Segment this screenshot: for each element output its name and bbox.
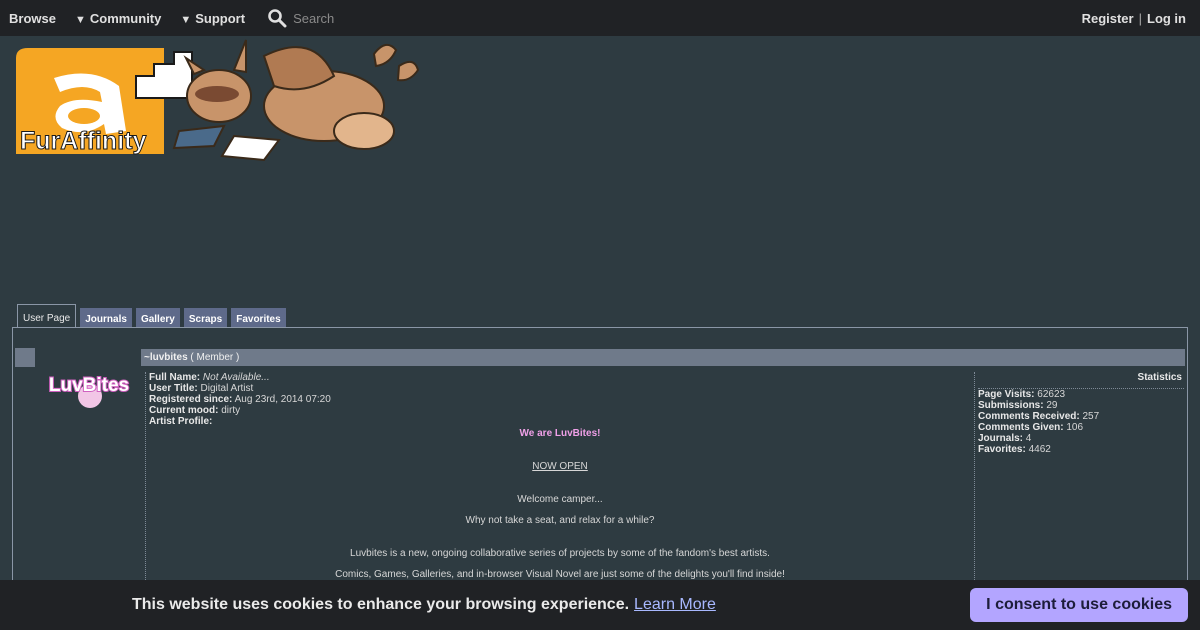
nav-community-label: Community <box>89 10 162 26</box>
user-role: ( Member ) <box>190 352 240 363</box>
stat-label: Page Visits: <box>978 389 1035 400</box>
stat-favorites: Favorites: 4462 <box>978 444 1184 455</box>
stat-comments-given: Comments Given: 106 <box>978 422 1184 433</box>
tab-user-page[interactable]: User Page <box>17 304 77 328</box>
caret-down-icon: ▼ <box>180 13 192 26</box>
stat-page-visits: Page Visits: 62623 <box>978 389 1184 400</box>
search-input[interactable] <box>291 9 432 27</box>
learn-more-link[interactable]: Learn More <box>634 596 716 614</box>
tab-scraps[interactable]: Scraps <box>183 308 228 328</box>
tab-journals[interactable]: Journals <box>80 308 132 328</box>
bio-delights: Comics, Games, Galleries, and in-browser… <box>335 569 785 580</box>
profile-tabs: User Page Journals Gallery Scraps Favori… <box>17 304 290 328</box>
top-nav: Browse ▼Community ▼Support Register | Lo… <box>0 0 1200 36</box>
caret-down-icon: ▼ <box>74 13 86 26</box>
luvbites-avatar-logo: LuvBites <box>48 374 130 408</box>
search-icon[interactable] <box>267 8 287 28</box>
stat-value: 4462 <box>1028 444 1051 455</box>
bio-title: We are LuvBites! <box>519 428 601 439</box>
nav-community[interactable]: ▼ Community <box>75 11 161 26</box>
info-label: Current mood: <box>149 405 219 416</box>
profile-header: ~luvbites ( Member ) <box>141 349 1185 366</box>
stat-comments-received: Comments Received: 257 <box>978 411 1184 422</box>
nav-support[interactable]: ▼ Support <box>180 11 245 26</box>
search-box <box>267 8 432 28</box>
bio-seat: Why not take a seat, and relax for a whi… <box>465 515 655 526</box>
stat-label: Comments Received: <box>978 411 1080 422</box>
auth-links: Register | Log in <box>1082 11 1186 26</box>
site-banner[interactable]: FurAffinity <box>14 36 424 166</box>
info-value: Digital Artist <box>200 383 254 394</box>
info-mood: Current mood: dirty <box>149 405 974 416</box>
avatar[interactable]: LuvBites <box>44 358 134 414</box>
info-label: Artist Profile: <box>149 416 213 427</box>
register-link[interactable]: Register <box>1082 11 1134 26</box>
info-label: Registered since: <box>149 394 233 405</box>
stat-label: Favorites: <box>978 444 1026 455</box>
logo-text: FurAffinity <box>20 127 146 155</box>
stat-label: Comments Given: <box>978 422 1064 433</box>
info-registered: Registered since: Aug 23rd, 2014 07:20 <box>149 394 974 405</box>
profile-info: Full Name: Not Available... User Title: … <box>145 372 975 582</box>
furaffinity-logo: FurAffinity <box>16 39 420 162</box>
statistics-panel: Statistics Page Visits: 62623 Submission… <box>978 372 1184 582</box>
info-label: Full Name: <box>149 372 201 383</box>
stat-value: 62623 <box>1037 389 1066 400</box>
username[interactable]: ~luvbites <box>144 352 188 363</box>
statistics-heading: Statistics <box>978 372 1184 389</box>
info-value: dirty <box>221 405 241 416</box>
tab-gallery[interactable]: Gallery <box>135 308 180 328</box>
consent-button[interactable]: I consent to use cookies <box>970 588 1188 622</box>
stat-value: 257 <box>1082 411 1100 422</box>
info-artist-profile: Artist Profile: <box>149 416 974 427</box>
avatar-text: LuvBites <box>49 375 129 396</box>
now-open-link[interactable]: NOW OPEN <box>146 461 974 472</box>
tab-favorites[interactable]: Favorites <box>231 308 286 328</box>
login-link[interactable]: Log in <box>1147 11 1186 26</box>
info-label: User Title: <box>149 383 198 394</box>
avatar-corner-square <box>15 348 35 367</box>
bio-series: Luvbites is a new, ongoing collaborative… <box>350 548 770 559</box>
cookie-banner: This website uses cookies to enhance you… <box>0 580 1200 630</box>
nav-browse[interactable]: Browse <box>9 11 56 26</box>
info-user-title: User Title: Digital Artist <box>149 383 974 394</box>
stat-value: 29 <box>1046 400 1058 411</box>
stat-submissions: Submissions: 29 <box>978 400 1184 411</box>
stat-label: Submissions: <box>978 400 1044 411</box>
stat-label: Journals: <box>978 433 1024 444</box>
info-value: Aug 23rd, 2014 07:20 <box>234 394 331 405</box>
info-value: Not Available... <box>202 372 270 383</box>
bio-welcome: Welcome camper... <box>517 494 603 505</box>
info-full-name: Full Name: Not Available... <box>149 372 974 383</box>
stat-value: 106 <box>1066 422 1084 433</box>
auth-separator: | <box>1138 10 1142 26</box>
stat-value: 4 <box>1025 433 1032 444</box>
cookie-message: This website uses cookies to enhance you… <box>132 596 630 613</box>
stat-journals: Journals: 4 <box>978 433 1184 444</box>
nav-support-label: Support <box>195 10 246 26</box>
